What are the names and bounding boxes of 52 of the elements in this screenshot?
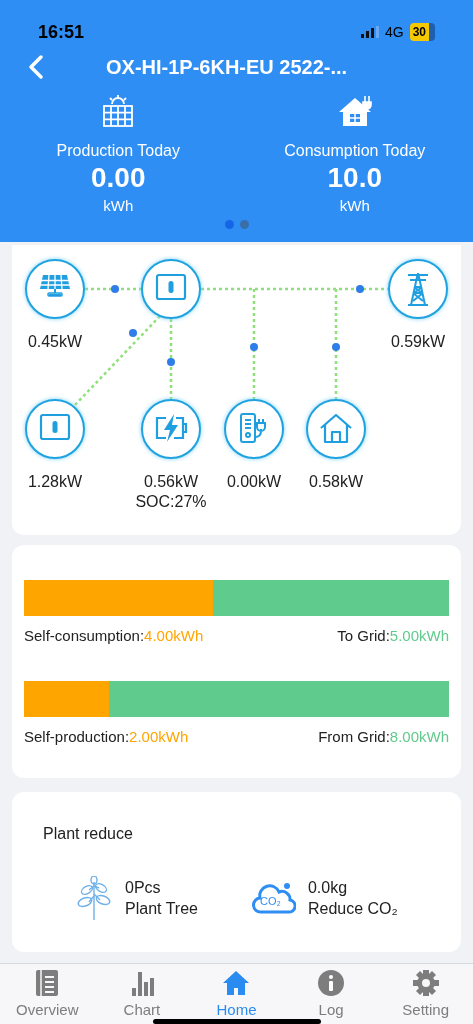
device-node[interactable]: [25, 399, 85, 459]
network-label: 4G: [384, 22, 404, 42]
tab-button[interactable]: Home: [189, 964, 284, 1018]
tab-button[interactable]: Chart: [94, 964, 190, 1018]
back-icon: [28, 54, 44, 80]
stat-value: 0.0kg: [307, 878, 349, 898]
device-node[interactable]: [388, 259, 448, 319]
stat-value: 0.00: [91, 162, 146, 194]
info-icon: [317, 968, 346, 998]
settings-icon: [411, 968, 440, 998]
power-reading: 0.56kW: [143, 472, 199, 492]
device-node[interactable]: [25, 259, 85, 319]
tab-button[interactable]: Log: [283, 964, 379, 1018]
power-reading: 0.00kW: [226, 472, 282, 492]
energy-label: From Grid:8.00kWh: [318, 726, 449, 747]
power-reading: 1.28kW: [27, 472, 83, 492]
flow-dot: [356, 285, 364, 293]
section-title: Plant reduce: [43, 824, 134, 844]
power-reading: 0.58kW: [308, 472, 364, 492]
power-reading: 0.45kW: [27, 332, 83, 352]
stat-label: Consumption Today: [284, 141, 426, 161]
flow-dot: [167, 358, 175, 366]
device-node[interactable]: [306, 399, 366, 459]
flow-dot: [111, 285, 119, 293]
stat-label: Production Today: [56, 141, 180, 161]
co2-cloud-icon: CO₂: [251, 881, 296, 915]
stat-label: Reduce CO₂: [307, 899, 398, 919]
stat-value: 0Pcs: [125, 878, 162, 898]
device-node[interactable]: [224, 399, 284, 459]
stat-unit: kWh: [339, 196, 370, 216]
power-reading: 0.59kW: [390, 332, 446, 352]
flow-dot: [250, 343, 258, 351]
flow-dot: [332, 343, 340, 351]
signal-icon: [360, 26, 379, 38]
energy-label: Self-consumption:4.00kWh: [24, 626, 204, 646]
connector-line: [85, 287, 141, 291]
flow-dot: [129, 329, 137, 337]
stat-value: 10.0: [327, 162, 382, 194]
tree-icon: [75, 876, 113, 920]
tab-button[interactable]: Overview: [0, 964, 95, 1018]
energy-label: To Grid:5.00kWh: [337, 626, 449, 646]
tab-button[interactable]: Setting: [378, 964, 473, 1018]
energy-label: Self-production:2.00kWh: [24, 726, 189, 747]
clock-time: 16:51: [38, 20, 85, 44]
home-icon: [222, 968, 251, 998]
stat-label: Plant Tree: [125, 899, 198, 919]
soc-reading: SOC:27%: [135, 492, 207, 512]
stat-unit: kWh: [103, 196, 134, 216]
device-node[interactable]: [141, 399, 201, 459]
battery-indicator: 30: [409, 23, 435, 41]
device-node[interactable]: [141, 259, 201, 319]
device-title: OX-HI-1P-6KH-EU 2522-...: [106, 55, 348, 80]
